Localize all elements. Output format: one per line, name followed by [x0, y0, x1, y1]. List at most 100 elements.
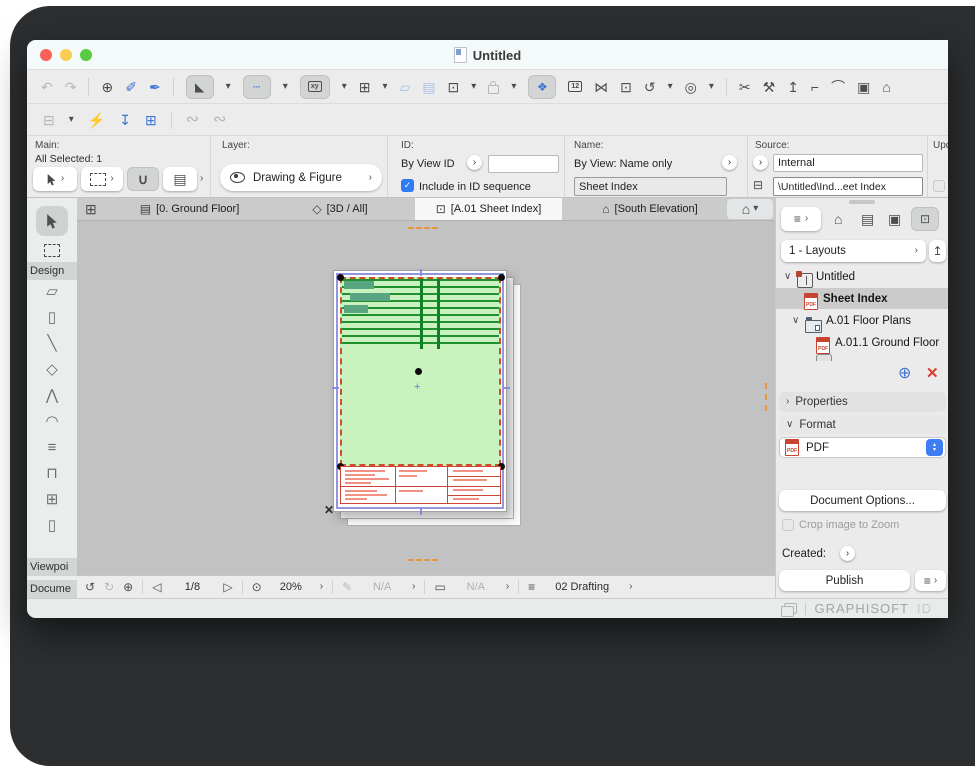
guide-lines-chevron-icon[interactable]: ▾: [226, 82, 231, 92]
source-internal-field[interactable]: Internal: [773, 154, 923, 172]
magnet-toggle[interactable]: ∪: [127, 167, 159, 191]
railing-tool[interactable]: ⊓: [27, 466, 77, 481]
wall-tool[interactable]: ▱: [27, 284, 77, 299]
guide-lines-toggle[interactable]: ◣: [186, 75, 214, 99]
project-map-icon[interactable]: ⌂: [834, 212, 842, 226]
grid-chevron-icon[interactable]: ▾: [383, 82, 388, 92]
inject-parameters-icon[interactable]: ✒: [149, 80, 161, 94]
marquee-tool-options-button[interactable]: ›: [81, 167, 123, 191]
drawing-chevron-icon[interactable]: ›: [200, 174, 203, 184]
toolbox-design-header[interactable]: Design: [27, 262, 77, 280]
coordinates-chevron-icon[interactable]: ▾: [342, 82, 347, 92]
slab-tool[interactable]: ◇: [27, 362, 77, 377]
page-indicator[interactable]: 1/8: [170, 581, 214, 593]
coordinates-toggle[interactable]: xy: [300, 75, 330, 99]
arrow-tool-selected[interactable]: [36, 206, 68, 236]
stretch-icon[interactable]: ⋈: [594, 80, 608, 94]
pen-set-chevron-icon[interactable]: ›: [412, 582, 415, 592]
tab-south-elevation[interactable]: ⌂ [South Elevation]: [585, 198, 715, 220]
skewed-grid-icon[interactable]: ▱: [400, 80, 411, 94]
compass-icon[interactable]: ◎: [685, 80, 697, 94]
pick-up-parameters-icon[interactable]: ✐: [125, 80, 137, 94]
id-mode-chevron-button[interactable]: ›: [467, 155, 482, 170]
shell-tool[interactable]: ◠: [27, 414, 77, 429]
history-forward-icon[interactable]: ↻: [104, 581, 114, 593]
tab-3d-all[interactable]: ◇ [3D / All]: [292, 198, 388, 220]
toolbox-document-header[interactable]: Docume: [27, 580, 77, 598]
lock-chevron-icon[interactable]: ▾: [511, 82, 516, 92]
measure-icon[interactable]: 12: [568, 81, 582, 92]
layout-book-icon[interactable]: ▣: [888, 212, 901, 226]
column-tool[interactable]: ▯: [27, 310, 77, 325]
scale-chevron-icon[interactable]: ›: [506, 582, 509, 592]
layout-canvas[interactable]: +: [77, 221, 775, 575]
up-level-button[interactable]: ↥: [929, 240, 946, 262]
frame-chevron-icon[interactable]: ▾: [471, 82, 476, 92]
arrow-tool-options-button[interactable]: ›: [33, 167, 77, 191]
link-icon[interactable]: ∾: [186, 112, 199, 128]
unlink-icon[interactable]: ∾: [213, 112, 226, 128]
document-options-button[interactable]: Document Options...: [779, 490, 946, 511]
selection-center-handle[interactable]: [415, 368, 422, 375]
publisher-sets-toggle[interactable]: ⊡: [911, 207, 939, 231]
multiply-icon[interactable]: ⊡: [620, 80, 632, 94]
roof-tool[interactable]: ⋀: [27, 388, 77, 403]
layer-combination-value[interactable]: 02 Drafting: [544, 581, 620, 593]
add-item-icon[interactable]: ⊕: [898, 366, 911, 382]
drawing-default-button[interactable]: ▤: [163, 167, 197, 191]
layout-sheet[interactable]: +: [333, 270, 507, 512]
zoom-to-selection-icon[interactable]: ⊕: [101, 80, 113, 94]
pen-set-icon[interactable]: ✎: [342, 581, 352, 593]
view-map-icon[interactable]: ▤: [861, 212, 874, 226]
created-chevron-button[interactable]: ›: [840, 546, 855, 561]
tab-ground-floor[interactable]: ▤ [0. Ground Floor]: [117, 198, 262, 220]
tree-item-ground-floor[interactable]: A.01.1 Ground Floor: [776, 332, 948, 353]
export-drawing-icon[interactable]: ⊟: [753, 179, 763, 191]
expander-icon[interactable]: ∨: [784, 272, 791, 282]
zoom-level[interactable]: 20%: [271, 581, 311, 593]
properties-section-header[interactable]: › Properties: [779, 392, 946, 412]
name-mode-chevron-button[interactable]: ›: [722, 155, 737, 170]
zoom-in-icon[interactable]: ⊕: [123, 581, 133, 593]
trim-corner-icon[interactable]: ⌐: [811, 80, 819, 94]
layer-combo[interactable]: Drawing & Figure ›: [220, 164, 382, 191]
crop-image-checkbox[interactable]: [782, 519, 794, 531]
update-drawing-icon[interactable]: ⚡: [88, 113, 105, 127]
print-chevron-icon[interactable]: ▾: [69, 115, 74, 125]
fillet-icon[interactable]: ⌒: [831, 80, 845, 94]
pen-set-value[interactable]: N/A: [361, 581, 403, 593]
curtain-wall-tool[interactable]: ⊞: [27, 492, 77, 507]
split-icon[interactable]: ✂: [739, 80, 751, 94]
layer-combination-icon[interactable]: ≡: [528, 581, 535, 593]
tree-item-sheet-index-selected[interactable]: Sheet Index: [776, 288, 948, 309]
source-path-field[interactable]: \Untitled\Ind...eet Index: [773, 177, 923, 196]
grid-snap-icon[interactable]: ⊞: [359, 80, 371, 94]
tree-item-untitled[interactable]: ∨ Untitled: [776, 266, 948, 287]
beam-tool[interactable]: ╲: [27, 336, 77, 351]
home-view-icon[interactable]: ⌂: [882, 80, 890, 94]
marquee-tool[interactable]: [44, 244, 60, 257]
tree-item-floor-plans[interactable]: ∨ A.01 Floor Plans: [776, 310, 948, 331]
delete-item-icon[interactable]: ✕: [926, 366, 939, 381]
toolbox-viewpoint-header[interactable]: Viewpoi: [27, 558, 77, 576]
rotate-icon[interactable]: ↺: [644, 80, 656, 94]
snap-guides-toggle[interactable]: ┄: [243, 75, 271, 99]
windows-stack-icon[interactable]: [784, 603, 797, 614]
scale-ruler-icon[interactable]: ▭: [434, 581, 445, 593]
print-icon[interactable]: ⊟: [43, 113, 55, 127]
move-toggle[interactable]: ❖: [528, 75, 556, 99]
undo-icon[interactable]: ↶: [41, 80, 53, 94]
name-input[interactable]: Sheet Index: [574, 177, 727, 196]
drawing-settings-icon[interactable]: ↧: [119, 113, 131, 127]
history-back-icon[interactable]: ↺: [85, 581, 95, 593]
redo-icon[interactable]: ↷: [65, 80, 77, 94]
plane-snap-icon[interactable]: ▤: [422, 80, 435, 94]
adjust-icon[interactable]: ⚒: [763, 80, 776, 94]
frame-tool-icon[interactable]: ⊡: [448, 80, 460, 94]
quick-options-icon[interactable]: ⊞: [85, 202, 97, 216]
layer-chevron-icon[interactable]: ›: [629, 582, 632, 592]
next-page-icon[interactable]: ▷: [223, 581, 232, 593]
include-id-checkbox[interactable]: ✓: [401, 179, 414, 192]
publish-options-button[interactable]: ≡ ›: [915, 570, 946, 591]
snap-guides-chevron-icon[interactable]: ▾: [283, 82, 288, 92]
